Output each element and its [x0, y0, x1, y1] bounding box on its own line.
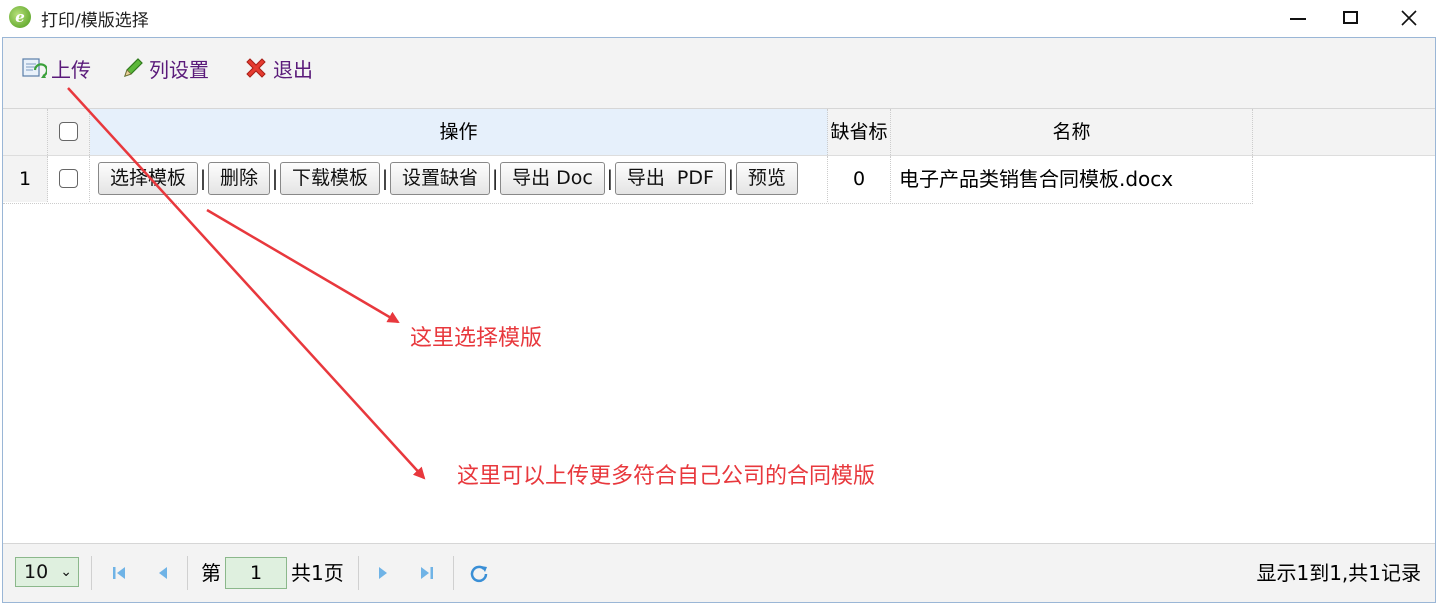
header-name[interactable]: 名称 [891, 109, 1253, 155]
delete-button[interactable]: 删除 [208, 162, 271, 195]
title-bar: e 打印/模版选择 [0, 0, 1443, 36]
separator: | [491, 166, 499, 190]
separator: | [271, 166, 279, 190]
maximize-icon [1343, 11, 1358, 24]
separator: | [606, 166, 614, 190]
column-settings-label: 列设置 [149, 57, 209, 82]
upload-label: 上传 [51, 57, 91, 82]
window-title: 打印/模版选择 [41, 11, 149, 31]
page-size-value: 10 [24, 561, 49, 583]
previous-page-icon[interactable] [151, 558, 175, 588]
first-page-icon[interactable] [107, 558, 131, 588]
row-default-value: 0 [828, 156, 891, 202]
page-size-select[interactable]: 10 ⌄ [15, 557, 79, 587]
chevron-down-icon: ⌄ [60, 564, 72, 580]
divider [453, 556, 454, 590]
upload-button[interactable]: 上传 [21, 54, 91, 82]
annotation-upload-more: 这里可以上传更多符合自己公司的合同模版 [457, 464, 876, 489]
separator: | [381, 166, 389, 190]
divider [187, 556, 188, 590]
app-icon: e [9, 6, 31, 28]
select-template-button[interactable]: 选择模板 [98, 162, 199, 195]
separator: | [727, 166, 735, 190]
row-template-name: 电子产品类销售合同模板.docx [891, 156, 1253, 202]
minimize-icon [1290, 18, 1306, 20]
exit-button[interactable]: 退出 [243, 54, 313, 82]
upload-icon [22, 58, 47, 78]
table-row[interactable]: 1 选择模板 | 删除 | 下载模板 | 设置缺省 | 导出 Doc | 导出 … [3, 156, 1253, 204]
close-icon [1401, 10, 1417, 26]
main-panel: 上传 列设置 退出 操作 缺省标 名称 1 选择模板 | 删除 | 下载模板 |… [2, 37, 1436, 603]
pencil-icon [124, 58, 143, 77]
last-page-icon[interactable] [415, 558, 439, 588]
row-number: 1 [3, 156, 48, 202]
set-default-button[interactable]: 设置缺省 [390, 162, 491, 195]
toolbar: 上传 列设置 退出 [3, 38, 1435, 109]
grid-header: 操作 缺省标 名称 [3, 109, 1435, 156]
total-pages: 共1页 [291, 561, 344, 585]
column-settings-button[interactable]: 列设置 [121, 54, 209, 82]
next-page-icon[interactable] [371, 558, 395, 588]
red-x-icon [246, 58, 266, 78]
preview-button[interactable]: 预览 [735, 162, 798, 195]
select-all-checkbox[interactable] [59, 121, 78, 141]
maximize-button[interactable] [1322, 0, 1380, 36]
divider [91, 556, 92, 590]
exit-label: 退出 [273, 57, 313, 82]
header-operations[interactable]: 操作 [90, 109, 828, 155]
current-page-input[interactable] [225, 557, 287, 589]
export-pdf-button[interactable]: 导出 PDF [614, 162, 726, 195]
annotation-select-template: 这里选择模版 [410, 326, 543, 351]
page-prefix: 第 [201, 561, 221, 585]
close-button[interactable] [1380, 0, 1438, 36]
divider [358, 556, 359, 590]
minimize-button[interactable] [1269, 0, 1327, 36]
export-doc-button[interactable]: 导出 Doc [500, 162, 605, 195]
download-template-button[interactable]: 下载模板 [280, 162, 381, 195]
row-operations: 选择模板 | 删除 | 下载模板 | 设置缺省 | 导出 Doc | 导出 PD… [90, 156, 828, 202]
header-row-number [3, 109, 48, 155]
refresh-icon[interactable] [467, 558, 491, 588]
header-default[interactable]: 缺省标 [828, 109, 891, 155]
pagination-bar: 10 ⌄ 第 共1页 显示1到1,共1记录 [3, 543, 1435, 602]
record-summary: 显示1到1,共1记录 [1256, 561, 1421, 585]
header-select-all [48, 109, 90, 155]
row-checkbox[interactable] [59, 168, 78, 188]
row-select [48, 156, 90, 202]
separator: | [199, 166, 207, 190]
